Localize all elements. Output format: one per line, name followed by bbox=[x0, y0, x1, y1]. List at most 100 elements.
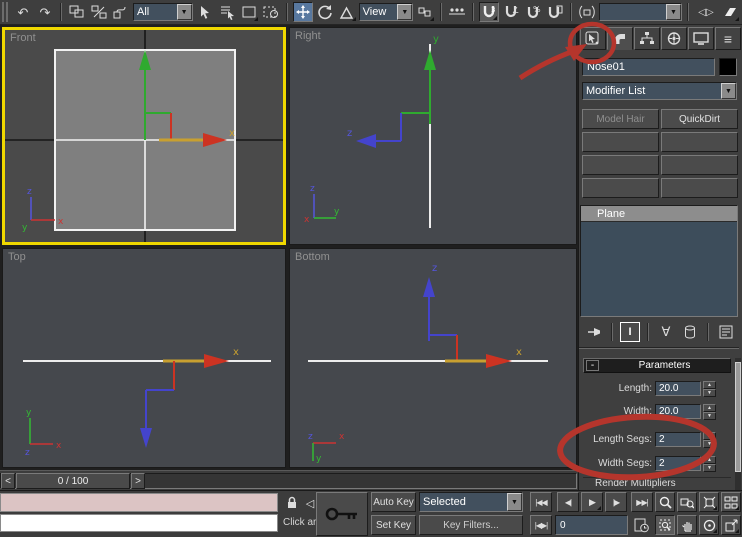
go-to-start-button[interactable]: |◀◀ bbox=[530, 492, 552, 512]
modifier-button[interactable] bbox=[661, 155, 738, 175]
object-color-swatch[interactable] bbox=[719, 58, 737, 76]
make-unique-icon[interactable]: ∀ bbox=[656, 322, 676, 342]
unlink-selection-icon[interactable] bbox=[89, 2, 109, 22]
use-center-flyout-icon[interactable] bbox=[415, 2, 435, 22]
move-gizmo[interactable]: y z bbox=[347, 34, 439, 148]
mirror-icon[interactable]: ◁▷ bbox=[694, 2, 718, 22]
keyboard-shortcut-override-icon[interactable] bbox=[577, 2, 597, 22]
selection-filter-dropdown[interactable]: All ▼ bbox=[133, 3, 193, 21]
tab-utilities[interactable]: ≡ bbox=[715, 27, 741, 50]
modifier-button[interactable] bbox=[661, 132, 738, 152]
viewport-top-label[interactable]: Top bbox=[8, 251, 26, 263]
time-slider-thumb[interactable]: 0 / 100 bbox=[16, 473, 130, 489]
rollout-collapse-button[interactable]: - bbox=[586, 360, 599, 371]
set-keys-button[interactable] bbox=[316, 492, 368, 536]
time-slider-next-button[interactable]: > bbox=[131, 473, 145, 489]
dropdown-arrow-icon[interactable]: ▼ bbox=[666, 4, 681, 20]
pan-button[interactable] bbox=[677, 515, 697, 535]
pin-stack-icon[interactable] bbox=[586, 323, 604, 341]
dropdown-arrow-icon[interactable]: ▼ bbox=[397, 4, 413, 20]
select-and-rotate-button[interactable] bbox=[315, 2, 335, 22]
tab-create[interactable] bbox=[580, 27, 606, 50]
modifier-button[interactable]: QuickDirt bbox=[661, 109, 738, 129]
window-crossing-toggle-icon[interactable] bbox=[261, 2, 281, 22]
viewport-front[interactable]: Front x z x y bbox=[2, 27, 286, 245]
angle-snap-toggle-button[interactable]: ∠ bbox=[501, 2, 521, 22]
width-segs-spinner[interactable]: ▲ ▼ bbox=[703, 455, 716, 472]
time-slider-prev-button[interactable]: < bbox=[1, 473, 15, 489]
zoom-extents-button[interactable] bbox=[699, 492, 719, 512]
dropdown-arrow-icon[interactable]: ▼ bbox=[721, 83, 736, 99]
redo-icon[interactable]: ↷ bbox=[35, 2, 55, 22]
reference-coordinate-system-dropdown[interactable]: View ▼ bbox=[358, 3, 414, 21]
transform-mode-icon[interactable]: ◁ bbox=[303, 495, 317, 511]
viewport-front-label[interactable]: Front bbox=[10, 32, 36, 44]
modifier-list-dropdown[interactable]: Modifier List ▼ bbox=[582, 82, 737, 100]
current-frame-field[interactable]: 0 bbox=[555, 515, 628, 535]
dropdown-arrow-icon[interactable]: ▼ bbox=[176, 4, 192, 20]
stack-item-plane[interactable]: Plane bbox=[581, 206, 737, 222]
length-spinner[interactable]: ▲ ▼ bbox=[703, 380, 716, 397]
parameters-rollout-header[interactable]: - Parameters bbox=[583, 358, 731, 373]
viewport-top[interactable]: Top x y x z bbox=[2, 248, 286, 468]
track-bar[interactable] bbox=[0, 493, 278, 512]
move-gizmo[interactable]: z x bbox=[423, 263, 522, 368]
viewport-right-label[interactable]: Right bbox=[295, 30, 321, 42]
length-segs-spinner[interactable]: ▲ ▼ bbox=[703, 431, 716, 448]
select-and-move-button[interactable] bbox=[292, 2, 313, 22]
key-mode-toggle-button[interactable]: |◀▶| bbox=[530, 515, 552, 535]
play-button[interactable]: ▶ bbox=[581, 492, 603, 512]
width-segs-field[interactable]: 2 bbox=[655, 455, 701, 471]
select-by-name-icon[interactable] bbox=[217, 2, 237, 22]
configure-modifier-sets-icon[interactable] bbox=[716, 322, 736, 342]
time-configuration-icon[interactable] bbox=[631, 515, 651, 535]
track-bar-keys-row[interactable] bbox=[0, 514, 278, 532]
zoom-button[interactable] bbox=[655, 492, 675, 512]
select-and-scale-button[interactable] bbox=[337, 2, 357, 22]
min-max-toggle-button[interactable] bbox=[721, 515, 741, 535]
viewport-bottom-label[interactable]: Bottom bbox=[295, 251, 330, 263]
go-to-end-button[interactable]: ▶▶| bbox=[631, 492, 653, 512]
selection-lock-icon[interactable] bbox=[284, 495, 300, 511]
modifier-button[interactable] bbox=[582, 132, 659, 152]
percent-snap-toggle-button[interactable]: % bbox=[523, 2, 543, 22]
render-multipliers-section[interactable]: Render Multipliers bbox=[583, 477, 731, 490]
key-filters-button[interactable]: Key Filters... bbox=[419, 515, 523, 535]
object-name-field[interactable]: Nose01 bbox=[582, 58, 715, 76]
viewport-right[interactable]: Right y z z x y bbox=[289, 27, 577, 245]
modifier-button[interactable] bbox=[582, 155, 659, 175]
remove-modifier-icon[interactable] bbox=[680, 322, 700, 342]
next-frame-button[interactable]: |▶ bbox=[605, 492, 627, 512]
move-gizmo[interactable]: x bbox=[140, 347, 239, 448]
width-field[interactable]: 20.0 bbox=[655, 403, 701, 419]
previous-frame-button[interactable]: ◀| bbox=[557, 492, 579, 512]
modifier-button[interactable] bbox=[661, 178, 738, 198]
bind-to-space-warp-icon[interactable] bbox=[111, 2, 131, 22]
spinner-snap-toggle-button[interactable] bbox=[545, 2, 565, 22]
show-end-result-button[interactable]: I bbox=[620, 322, 640, 342]
arc-rotate-button[interactable] bbox=[699, 515, 719, 535]
length-field[interactable]: 20.0 bbox=[655, 380, 701, 396]
select-and-link-icon[interactable] bbox=[67, 2, 87, 22]
align-icon[interactable] bbox=[720, 2, 740, 22]
zoom-all-button[interactable] bbox=[677, 492, 697, 512]
snaps-toggle-3d-button[interactable]: 3 bbox=[479, 2, 500, 22]
panel-scrollbar[interactable] bbox=[735, 358, 741, 490]
width-spinner[interactable]: ▲ ▼ bbox=[703, 403, 716, 420]
key-filter-selection-dropdown[interactable]: Selected ▼ bbox=[419, 492, 523, 512]
modifier-button[interactable]: Model Hair bbox=[582, 109, 659, 129]
select-and-manipulate-icon[interactable] bbox=[447, 2, 467, 22]
tab-motion[interactable] bbox=[661, 27, 687, 50]
panel-scrollbar-thumb[interactable] bbox=[735, 362, 741, 472]
viewport-bottom[interactable]: Bottom z x z x y bbox=[289, 248, 577, 468]
tab-hierarchy[interactable] bbox=[634, 27, 660, 50]
tab-display[interactable] bbox=[688, 27, 714, 50]
rectangular-selection-region-icon[interactable] bbox=[239, 2, 259, 22]
zoom-extents-all-button[interactable] bbox=[721, 492, 741, 512]
modifier-stack-list[interactable]: Plane bbox=[580, 205, 738, 317]
length-segs-field[interactable]: 2 bbox=[655, 431, 701, 447]
modifier-button[interactable] bbox=[582, 178, 659, 198]
tab-modify[interactable] bbox=[607, 27, 633, 50]
auto-key-button[interactable]: Auto Key bbox=[371, 492, 416, 512]
named-selection-sets-dropdown[interactable]: ▼ bbox=[599, 3, 682, 21]
